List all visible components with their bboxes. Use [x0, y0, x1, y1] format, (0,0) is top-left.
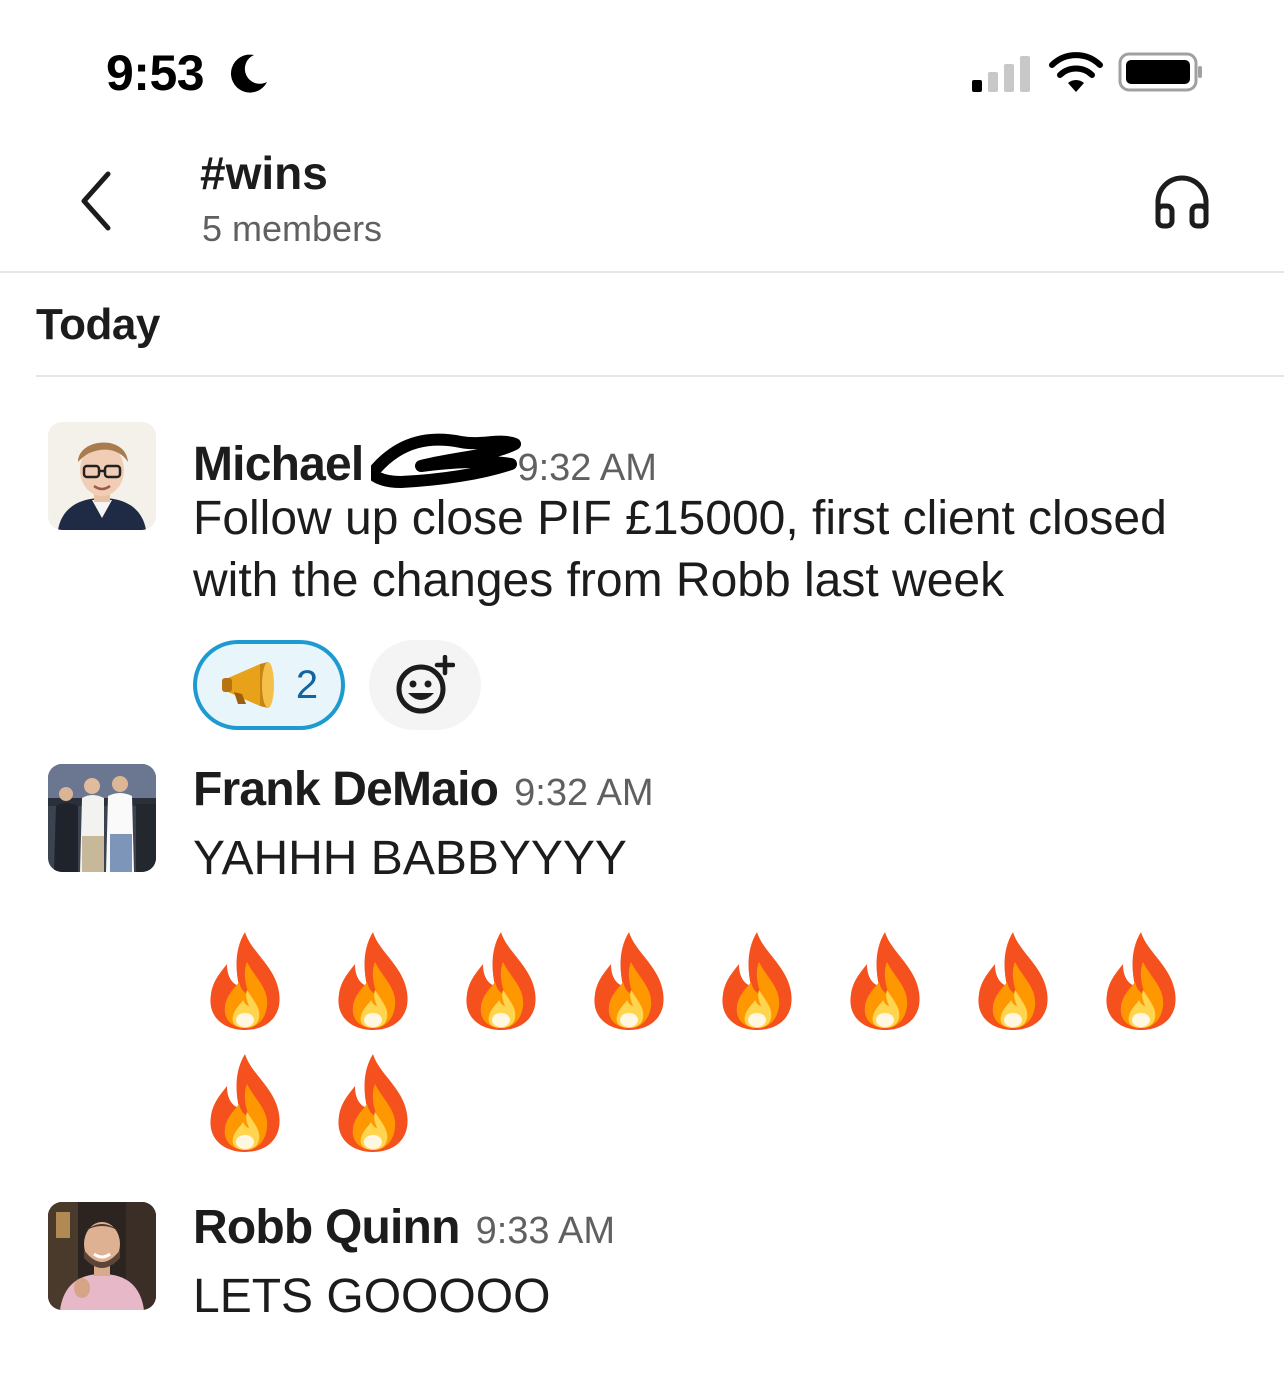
day-divider: Today — [36, 300, 1284, 377]
emoji-block — [193, 928, 1244, 1158]
signal-icon — [972, 56, 1030, 92]
megaphone-icon — [221, 662, 274, 708]
fire-icon — [1101, 928, 1181, 1032]
wifi-icon — [1049, 52, 1103, 92]
reaction-pill[interactable]: 2 — [193, 640, 345, 730]
fire-icon — [845, 928, 925, 1032]
sender-name[interactable]: Frank DeMaio — [193, 762, 499, 817]
back-chevron-icon[interactable] — [70, 168, 126, 234]
message-time: 9:32 AM — [514, 772, 654, 814]
avatar[interactable] — [48, 1202, 156, 1310]
member-count[interactable]: 5 members — [202, 208, 382, 250]
reactions-bar: 2 — [193, 640, 1244, 730]
add-reaction-button[interactable] — [369, 640, 481, 730]
status-clock: 9:53 — [106, 45, 205, 101]
fire-icon — [717, 928, 797, 1032]
emoji-row — [193, 1050, 1244, 1158]
fire-icon — [461, 928, 541, 1032]
add-reaction-icon — [396, 655, 455, 714]
fire-icon — [973, 928, 1053, 1032]
sender-name[interactable]: Robb Quinn — [193, 1200, 460, 1255]
message-text: Follow up close PIF £15000, first client… — [193, 492, 1167, 607]
channel-header: #wins 5 members — [0, 140, 1284, 273]
moon-icon — [230, 54, 267, 93]
fire-icon — [589, 928, 669, 1032]
headphones-icon[interactable] — [1150, 172, 1214, 232]
avatar[interactable] — [48, 422, 156, 530]
avatar[interactable] — [48, 764, 156, 872]
message-text: LETS GOOOOO — [193, 1270, 551, 1323]
battery-icon — [1118, 52, 1202, 92]
day-label: Today — [36, 300, 160, 349]
fire-icon — [205, 1050, 285, 1154]
emoji-row — [193, 928, 1244, 1036]
sender-name[interactable]: Michael — [193, 437, 364, 492]
fire-icon — [333, 1050, 413, 1154]
redaction-scribble — [371, 433, 522, 488]
fire-icon — [205, 928, 285, 1032]
message-time: 9:32 AM — [517, 447, 657, 489]
channel-title[interactable]: #wins — [200, 146, 328, 200]
message-time: 9:33 AM — [475, 1210, 616, 1252]
status-bar: 9:53 — [0, 0, 1284, 140]
fire-icon — [333, 928, 413, 1032]
message-text: YAHHH BABBYYYY — [193, 832, 627, 885]
reaction-count: 2 — [295, 662, 319, 707]
